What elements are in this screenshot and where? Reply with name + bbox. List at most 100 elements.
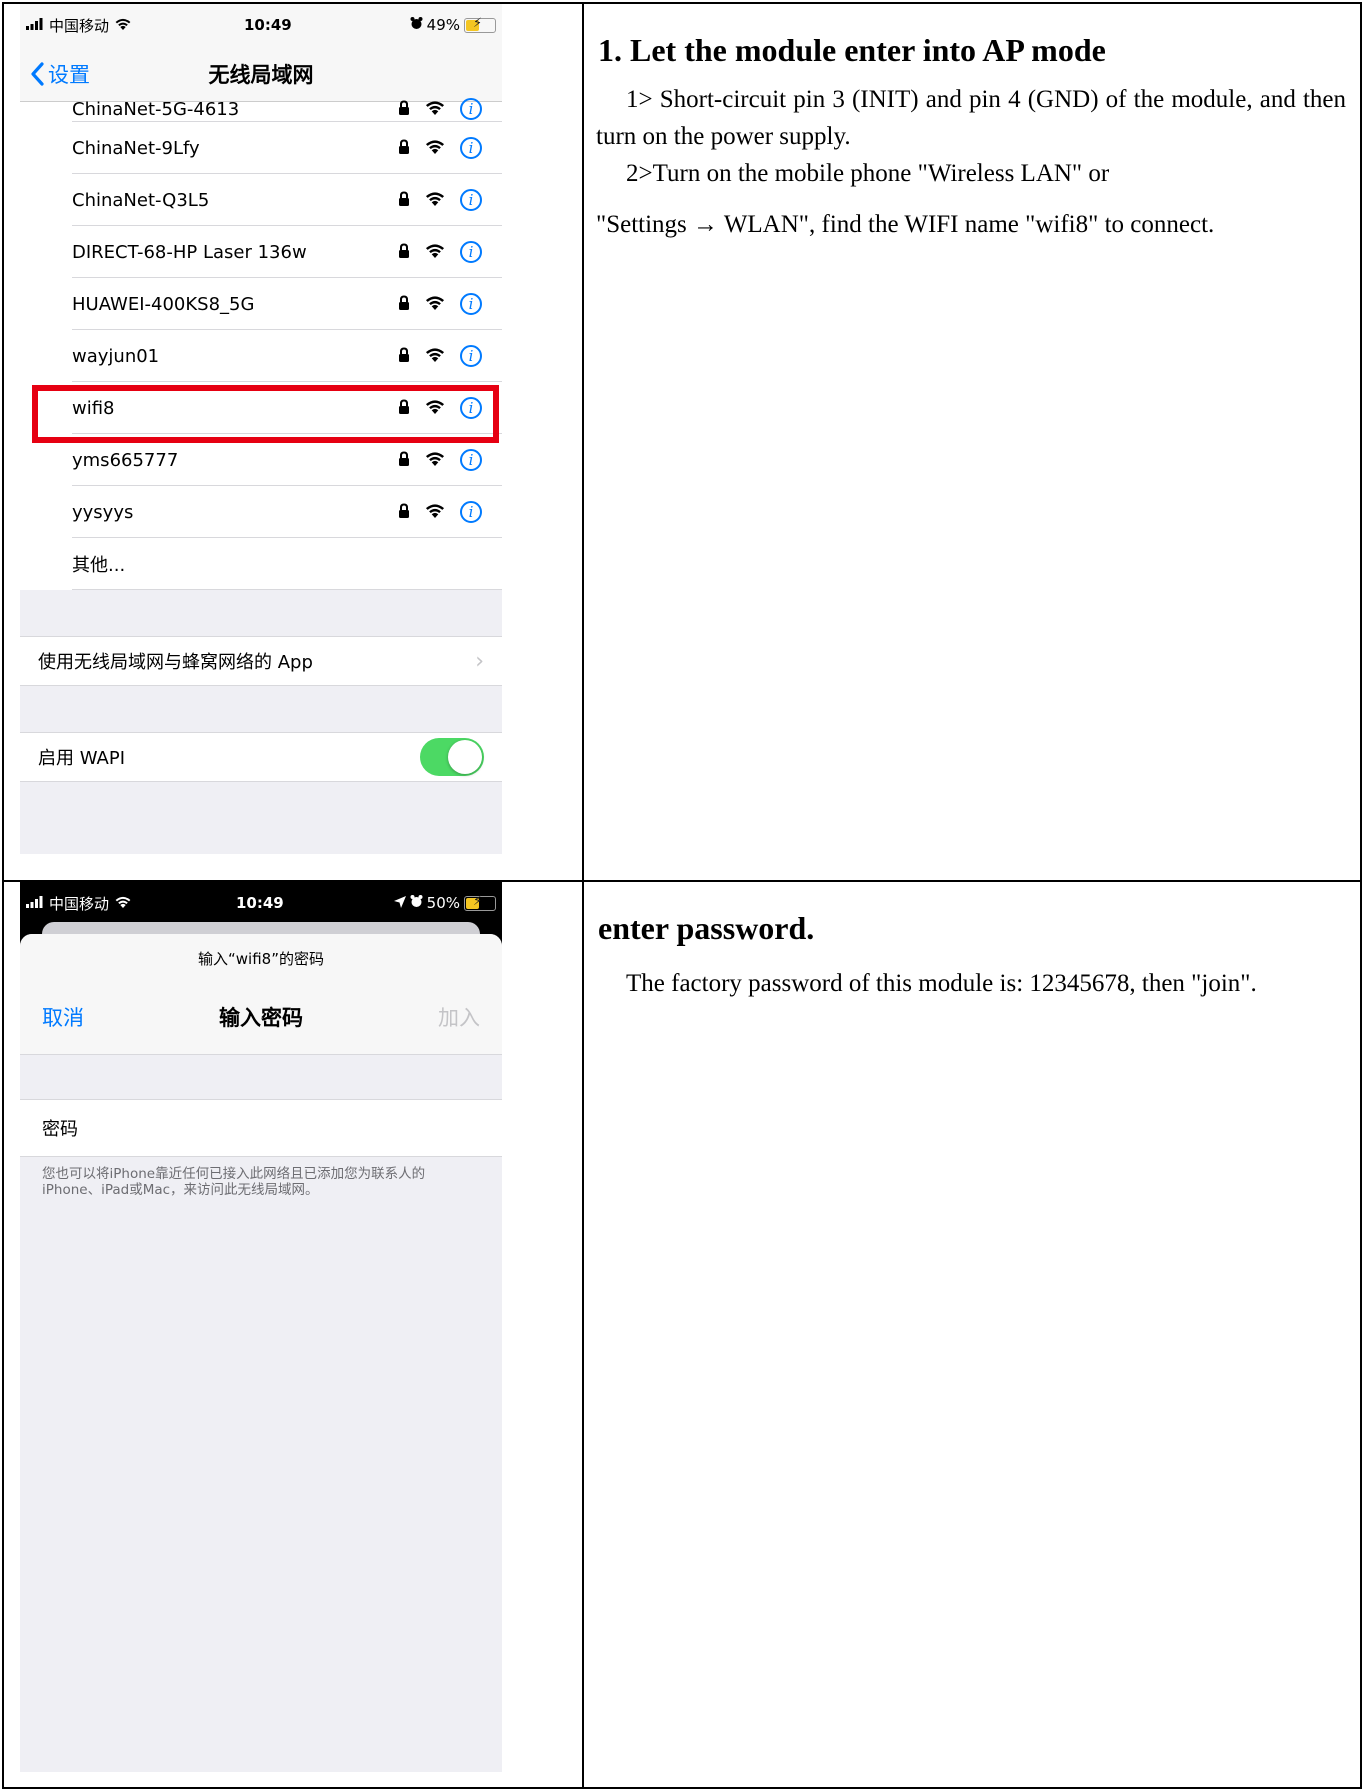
apps-using-wlan-row[interactable]: 使用无线局域网与蜂窝网络的 App › — [20, 636, 502, 686]
network-icons: i — [398, 449, 502, 471]
wapi-toggle[interactable] — [420, 738, 484, 776]
charging-icon: ⚡ — [473, 15, 483, 31]
carrier-label: 中国移动 — [49, 16, 110, 35]
battery-percent: 49% — [426, 16, 460, 34]
network-name: yms665777 — [72, 449, 179, 471]
section-heading: 1. Let the module enter into AP mode — [598, 32, 1106, 68]
wifi-signal-icon — [424, 99, 446, 120]
signal-icon — [26, 16, 44, 34]
info-icon[interactable]: i — [460, 501, 482, 523]
network-item-6[interactable]: wayjun01 i — [20, 330, 502, 382]
status-bar: 中国移动 10:49 49% ⚡ — [20, 4, 502, 46]
signal-icon — [26, 894, 44, 912]
lock-icon — [398, 398, 410, 419]
network-item-3[interactable]: ChinaNet-Q3L5 i — [20, 174, 502, 226]
network-item-2[interactable]: ChinaNet-9Lfy i — [20, 122, 502, 174]
network-name: wayjun01 — [72, 345, 160, 367]
network-item-5[interactable]: HUAWEI-400KS8_5G i — [20, 278, 502, 330]
password-share-note: 您也可以将iPhone靠近任何已接入此网络且已添加您为联系人的iPhone、iP… — [42, 1166, 426, 1198]
charging-icon: ⚡ — [473, 893, 483, 909]
wifi-signal-icon — [424, 346, 446, 367]
step-1-text: 1> Short-circuit pin 3 (INIT) and pin 4 … — [596, 86, 1346, 150]
network-name: yysyys — [72, 501, 134, 523]
wapi-label: 启用 WAPI — [38, 748, 126, 769]
page-title: 无线局域网 — [208, 62, 314, 87]
wifi-signal-icon — [424, 502, 446, 523]
network-icons: i — [398, 293, 502, 315]
cancel-button[interactable]: 取消 — [42, 1002, 84, 1032]
lock-icon — [398, 450, 410, 471]
info-icon[interactable]: i — [460, 397, 482, 419]
network-icons: i — [398, 189, 502, 211]
lock-icon — [398, 99, 410, 120]
password-prompt: 输入“wifi8”的密码 — [198, 950, 324, 968]
section-heading: enter password. — [598, 910, 815, 946]
chevron-left-icon — [31, 61, 44, 86]
network-icons: i — [398, 501, 502, 523]
alarm-icon — [410, 894, 423, 912]
chevron-right-icon: › — [475, 648, 484, 674]
lock-icon — [398, 346, 410, 367]
toggle-knob — [448, 740, 482, 774]
status-bar: 中国移动 10:49 50% ⚡ — [20, 882, 502, 924]
info-icon[interactable]: i — [460, 449, 482, 471]
location-icon — [393, 894, 406, 912]
document-table: 中国移动 10:49 49% ⚡ 设置 无线局域网 ChinaNet-5G-46… — [2, 2, 1362, 1789]
row1-image-cell: 中国移动 10:49 49% ⚡ 设置 无线局域网 ChinaNet-5G-46… — [2, 2, 584, 882]
battery-icon: ⚡ — [464, 15, 496, 33]
wifi-status-icon — [114, 16, 132, 34]
lock-icon — [398, 138, 410, 159]
network-item-1[interactable]: ChinaNet-5G-4613 i — [20, 98, 502, 122]
network-item-4[interactable]: DIRECT-68-HP Laser 136w i — [20, 226, 502, 278]
sheet-title: 输入密码 — [219, 1006, 303, 1030]
info-icon[interactable]: i — [460, 98, 482, 120]
network-name: ChinaNet-Q3L5 — [72, 189, 210, 211]
step-2-text: 2>Turn on the mobile phone "Wireless LAN… — [626, 160, 1110, 187]
section-gap — [20, 590, 502, 636]
lock-icon — [398, 294, 410, 315]
carrier-label: 中国移动 — [49, 894, 110, 913]
battery-icon: ⚡ — [464, 893, 496, 911]
status-time: 10:49 — [243, 16, 292, 34]
wifi-signal-icon — [424, 450, 446, 471]
info-icon[interactable]: i — [460, 137, 482, 159]
info-icon[interactable]: i — [460, 189, 482, 211]
password-instruction-text: The factory password of this module is: … — [626, 970, 1257, 997]
alarm-icon — [410, 16, 423, 34]
network-icons: i — [398, 397, 502, 419]
info-icon[interactable]: i — [460, 345, 482, 367]
password-field[interactable]: 密码 — [20, 1099, 502, 1157]
info-icon[interactable]: i — [460, 293, 482, 315]
password-screenshot: 中国移动 10:49 50% ⚡ 输入“wifi8”的密码 取消 输入密码 加入… — [20, 882, 502, 1772]
other-network-label: 其他... — [72, 555, 126, 576]
network-name: HUAWEI-400KS8_5G — [72, 293, 255, 315]
network-name: wifi8 — [72, 397, 115, 419]
lock-icon — [398, 502, 410, 523]
network-item-7[interactable]: wifi8 i — [20, 382, 502, 434]
info-icon[interactable]: i — [460, 241, 482, 263]
back-label: 设置 — [48, 62, 90, 87]
wifi-signal-icon — [424, 398, 446, 419]
sheet-header: 输入“wifi8”的密码 取消 输入密码 加入 — [20, 934, 502, 1055]
row2-image-cell: 中国移动 10:49 50% ⚡ 输入“wifi8”的密码 取消 输入密码 加入… — [2, 880, 584, 1789]
lock-icon — [398, 242, 410, 263]
network-icons: i — [398, 241, 502, 263]
join-button[interactable]: 加入 — [438, 1002, 480, 1032]
wapi-row: 启用 WAPI — [20, 732, 502, 782]
wifi-signal-icon — [424, 294, 446, 315]
lock-icon — [398, 190, 410, 211]
wifi-status-icon — [114, 894, 132, 912]
network-item-8[interactable]: yms665777 i — [20, 434, 502, 486]
battery-percent: 50% — [426, 894, 460, 912]
network-name: ChinaNet-5G-4613 — [72, 99, 240, 120]
wifi-signal-icon — [424, 190, 446, 211]
wifi-signal-icon — [424, 138, 446, 159]
back-button[interactable]: 设置 — [20, 59, 90, 89]
network-icons: i — [398, 98, 502, 120]
nav-bar: 设置 无线局域网 — [20, 46, 502, 102]
network-icons: i — [398, 345, 502, 367]
network-item-9[interactable]: yysyys i — [20, 486, 502, 538]
network-icons: i — [398, 137, 502, 159]
row1-text-cell: 1. Let the module enter into AP mode 1> … — [582, 2, 1362, 882]
other-network-item[interactable]: 其他... — [20, 538, 502, 590]
